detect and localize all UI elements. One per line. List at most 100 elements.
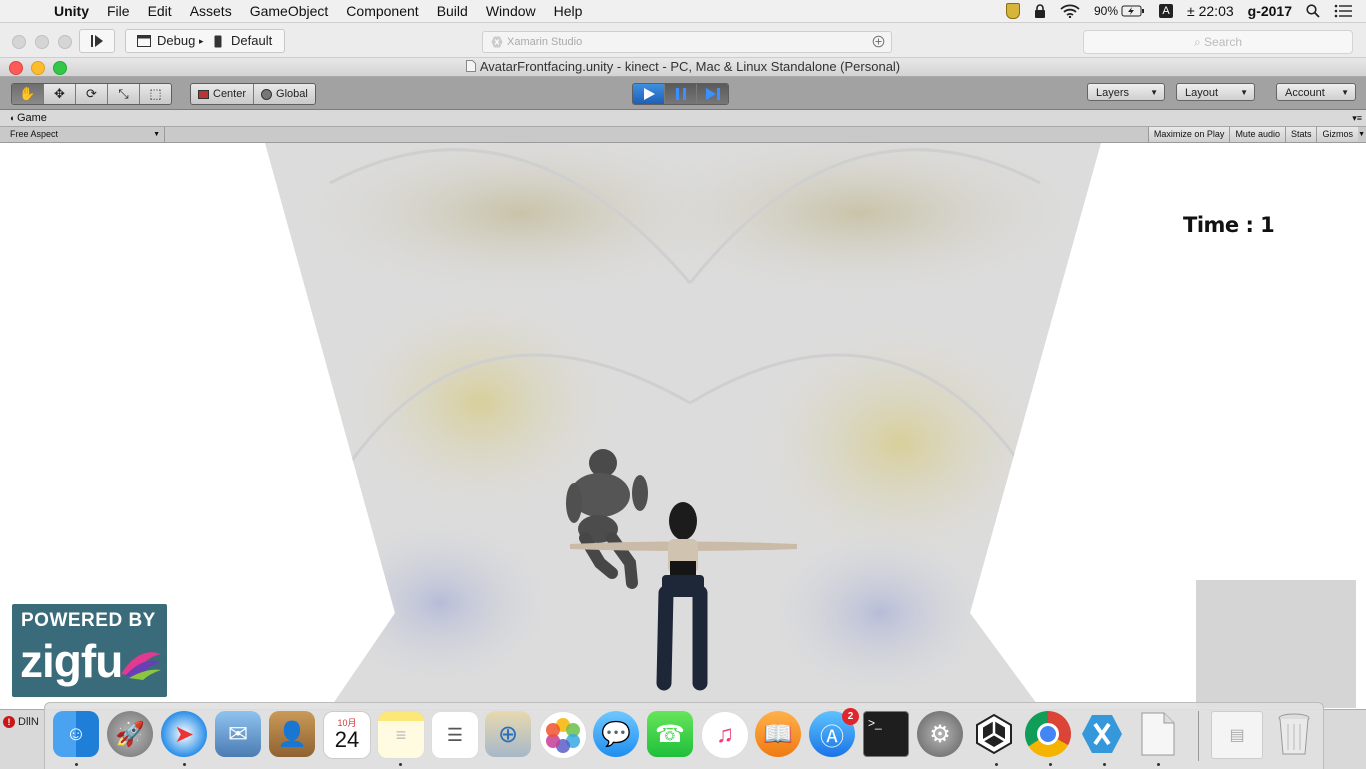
trash-icon [1278,713,1310,755]
pivot-global-button[interactable]: Global [254,84,315,104]
zigfu-swoosh-icon [121,652,161,680]
tab-menu-icon[interactable]: ▾≡ [1352,110,1362,126]
transform-tools: ✋ ✥ ⟳ ⤡ ⬚ [11,83,172,105]
stats-toggle[interactable]: Stats [1284,127,1317,142]
unity-minimize-button[interactable] [31,61,45,75]
dock-messages[interactable]: 💬 [593,711,639,757]
account-label: Account [1285,87,1325,99]
caret-down-icon: ▼ [153,131,160,138]
menu-app-name[interactable]: Unity [54,3,89,19]
dock-calendar[interactable]: 10月 24 [323,711,371,759]
xamarin-search-placeholder: Search [1204,35,1243,49]
dock-textedit[interactable] [1135,711,1181,757]
rect-tool-button[interactable]: ⬚ [140,84,171,104]
dock-itunes[interactable]: ♫ [701,711,749,759]
scale-tool-button[interactable]: ⤡ [108,84,140,104]
tab-game[interactable]: ◖ Game [9,110,47,126]
dock-contacts[interactable]: 👤 [269,711,315,757]
pivot-global-label: Global [276,88,308,100]
xamarin-logo-icon [491,36,503,48]
dock-photos[interactable] [539,711,587,759]
dock-chrome[interactable] [1025,711,1071,757]
dock-terminal[interactable]: >_ [863,711,909,757]
photos-icon [546,718,580,753]
dock-facetime[interactable]: ☎ [647,711,693,757]
maximize-on-play-toggle[interactable]: Maximize on Play [1147,127,1230,142]
account-dropdown[interactable]: Account ▼ [1276,83,1356,101]
app-store-icon: Ⓐ [820,723,844,751]
menu-file[interactable]: File [107,3,130,19]
move-icon: ✥ [54,86,65,101]
hand-tool-button[interactable]: ✋ [12,84,44,104]
menu-build[interactable]: Build [437,3,468,19]
xamarin-status-text: Xamarin Studio [507,36,583,48]
progress-icon[interactable] [872,35,885,48]
menu-window[interactable]: Window [486,3,536,19]
dock-downloads-stack[interactable]: ▤ [1211,711,1263,759]
menu-gameobject[interactable]: GameObject [250,3,329,19]
xamarin-search-input[interactable]: ⌕ Search [1083,30,1353,54]
unity-close-button[interactable] [9,61,23,75]
security-shield-icon[interactable] [1006,3,1020,19]
rect-icon: ⬚ [149,86,162,101]
console-error-message[interactable]: ! DllN [3,716,39,728]
menu-edit[interactable]: Edit [148,3,172,19]
dock-reminders[interactable]: ☰ [431,711,479,759]
layers-dropdown[interactable]: Layers ▼ [1087,83,1165,101]
play-button[interactable] [633,84,665,104]
game-view[interactable]: Time : 1 POWERED BY zigfu [0,143,1366,708]
spotlight-search-icon[interactable] [1306,4,1320,18]
error-icon: ! [3,716,15,728]
unity-zoom-button[interactable] [53,61,67,75]
dock-system-preferences[interactable]: ⚙ [917,711,963,757]
dock-safari[interactable]: ➤ [161,711,207,757]
rocket-icon: 🚀 [115,720,145,748]
finder-icon: ☺ [65,722,87,745]
layout-label: Layout [1185,87,1219,99]
dock-xamarin-studio[interactable] [1079,711,1125,757]
dock-ibooks[interactable]: 📖 [755,711,801,757]
mute-audio-toggle[interactable]: Mute audio [1229,127,1285,142]
dock-launchpad[interactable]: 🚀 [107,711,153,757]
xamarin-zoom-button[interactable] [58,35,72,49]
pause-button[interactable] [665,84,697,104]
dock-mail[interactable]: ✉ [215,711,261,757]
menu-user[interactable]: g-2017 [1248,3,1292,19]
xamarin-minimize-button[interactable] [35,35,49,49]
wifi-icon[interactable] [1060,4,1080,18]
dock-maps[interactable]: ⊕ [485,711,531,757]
unity-logo-icon [976,713,1012,755]
aspect-dropdown[interactable]: Free Aspect ▼ [0,127,165,142]
dock-finder[interactable]: ☺ [53,711,99,757]
battery-charging-icon[interactable] [1121,5,1145,17]
pivot-center-button[interactable]: Center [191,84,255,104]
input-source-icon[interactable]: A [1159,4,1174,18]
step-button[interactable] [697,84,728,104]
rotate-tool-button[interactable]: ⟳ [76,84,108,104]
menu-assets[interactable]: Assets [190,3,232,19]
dock-trash[interactable] [1271,711,1317,757]
gizmos-caret-icon[interactable]: ▼ [1358,127,1365,142]
rotate-icon: ⟳ [86,86,97,101]
lock-icon[interactable] [1034,4,1046,18]
xamarin-close-button[interactable] [12,35,26,49]
maps-icon: ⊕ [497,720,519,748]
layout-dropdown[interactable]: Layout ▼ [1176,83,1255,101]
run-button[interactable] [79,29,115,53]
pivot-center-icon [198,89,209,99]
build-config-selector[interactable]: Debug ▸ Default [125,29,285,53]
xamarin-status-bar: Xamarin Studio [482,31,892,53]
notification-center-icon[interactable] [1334,4,1352,18]
dock-app-store[interactable]: Ⓐ 2 [809,708,859,757]
dock-notes[interactable]: ≡ [377,711,425,759]
move-tool-button[interactable]: ✥ [44,84,76,104]
menu-component[interactable]: Component [346,3,418,19]
contacts-icon: 👤 [277,720,307,748]
dock-unity[interactable] [971,711,1017,757]
gizmos-toggle[interactable]: Gizmos [1316,127,1358,142]
search-icon: ⌕ [1193,35,1205,49]
menu-clock[interactable]: ± 22:03 [1187,3,1234,19]
window-icon [137,35,151,47]
menu-help[interactable]: Help [554,3,583,19]
playback-controls [632,83,729,105]
